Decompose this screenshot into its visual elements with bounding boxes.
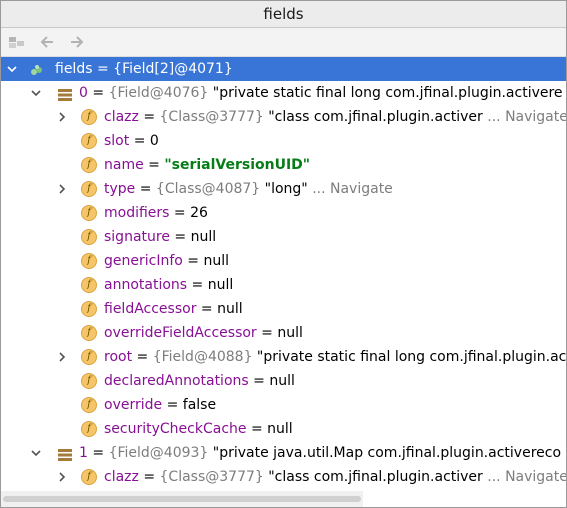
var-value: null <box>190 229 217 245</box>
tree-row-field-signature[interactable]: f signature = null <box>1 225 566 249</box>
chevron-right-icon[interactable] <box>55 105 69 129</box>
object-ref: {Field@4088} <box>152 349 253 365</box>
var-value: "private static final long com.jfinal.pl… <box>252 349 566 365</box>
string-value: "serialVersionUID" <box>164 157 311 173</box>
tree-row-field-overrideFieldAccessor[interactable]: f overrideFieldAccessor = null <box>1 321 566 345</box>
var-value: null <box>267 421 293 437</box>
field-icon: f <box>81 205 97 221</box>
var-name: modifiers <box>104 205 170 221</box>
navigate-link[interactable]: ... Navigate <box>487 469 566 485</box>
var-name: signature <box>104 229 170 245</box>
field-icon: f <box>81 229 97 245</box>
var-name: clazz <box>104 109 139 125</box>
array-element-icon <box>57 86 73 101</box>
field-icon: f <box>81 109 97 125</box>
var-name: fieldAccessor <box>104 301 197 317</box>
tree-row-field-declaredAnnotations[interactable]: f declaredAnnotations = null <box>1 369 566 393</box>
var-name: clazz <box>104 469 139 485</box>
var-name: override <box>104 397 163 413</box>
object-ref: {Class@3777} <box>159 109 264 125</box>
tree-row-field-securityCheckCache[interactable]: f securityCheckCache = null <box>1 417 566 441</box>
chevron-right-icon[interactable] <box>55 465 69 489</box>
chevron-right-icon[interactable] <box>55 177 69 201</box>
tree-row-field-clazz[interactable]: f clazz = {Class@3777} "class com.jfinal.… <box>1 105 566 129</box>
var-name: annotations <box>104 277 188 293</box>
var-value: null <box>277 325 303 341</box>
object-ref: {Field@4076} <box>108 85 209 101</box>
field-icon: f <box>81 373 97 389</box>
navigate-link[interactable]: ... Navigate <box>312 181 393 197</box>
var-name: name <box>104 157 144 173</box>
tree-row-field-override[interactable]: f override = false <box>1 393 566 417</box>
chevron-down-icon[interactable] <box>29 81 43 105</box>
var-name: 0 <box>79 85 88 101</box>
tree-row-field-fieldAccessor[interactable]: f fieldAccessor = null <box>1 297 566 321</box>
field-icon: f <box>81 421 97 437</box>
var-value: null <box>217 301 243 317</box>
tree-row-field-name[interactable]: f name = "serialVersionUID" <box>1 153 566 177</box>
field-icon: f <box>81 325 97 341</box>
field-icon: f <box>81 277 97 293</box>
object-ref: {Field@4093} <box>108 445 209 461</box>
forward-arrow-icon[interactable] <box>67 32 87 52</box>
tree-row-field-root[interactable]: f root = {Field@4088} "private static fin… <box>1 345 566 369</box>
navigate-link[interactable]: ... Navigate <box>487 109 566 125</box>
var-value: null <box>269 373 295 389</box>
var-name: genericInfo <box>104 253 183 269</box>
field-icon: f <box>81 133 97 149</box>
chevron-down-icon[interactable] <box>5 57 19 81</box>
toolbar <box>1 28 566 57</box>
tree-row-fields[interactable]: fields = {Field[2]@4071} <box>1 57 566 81</box>
var-value: 26 <box>190 205 208 221</box>
var-name: overrideFieldAccessor <box>104 325 257 341</box>
var-value: {Field[2]@4071} <box>113 61 233 77</box>
var-value: "long" <box>260 181 308 197</box>
var-value: 0 <box>149 133 159 149</box>
tree-row-field-annotations[interactable]: f annotations = null <box>1 273 566 297</box>
field-icon: f <box>81 349 97 365</box>
tree-row-item-0[interactable]: 0 = {Field@4076} "private static final l… <box>1 81 566 105</box>
var-value: null <box>203 253 229 269</box>
var-name: type <box>104 181 136 197</box>
variables-tree: fields = {Field[2]@4071} 0 = {Field@4076… <box>1 57 566 507</box>
debugger-window: fields fields = {Field[2]@4071} 0 = {Fie… <box>0 0 567 508</box>
tree-row-field-modifiers[interactable]: f modifiers = 26 <box>1 201 566 225</box>
field-icon: f <box>81 181 97 197</box>
var-value: "class com.jfinal.plugin.activer <box>263 109 483 125</box>
chevron-right-icon[interactable] <box>55 345 69 369</box>
var-name: securityCheckCache <box>104 421 247 437</box>
field-icon: f <box>81 301 97 317</box>
tree-row-item-1[interactable]: 1 = {Field@4093} "private java.util.Map … <box>1 441 566 465</box>
scrollbar-thumb[interactable] <box>3 496 361 502</box>
object-ref: {Class@4087} <box>155 181 261 197</box>
var-name: declaredAnnotations <box>104 373 249 389</box>
back-arrow-icon[interactable] <box>37 32 57 52</box>
tree-row-field-slot[interactable]: f slot = 0 <box>1 129 566 153</box>
group-icon[interactable] <box>7 32 27 52</box>
field-icon: f <box>81 157 97 173</box>
array-element-icon <box>57 446 73 461</box>
window-title: fields <box>1 1 566 28</box>
tree-row-field-genericInfo[interactable]: f genericInfo = null <box>1 249 566 273</box>
field-icon: f <box>81 253 97 269</box>
var-value: "private static final long com.jfinal.pl… <box>208 85 563 101</box>
watch-icon <box>29 62 45 76</box>
chevron-down-icon[interactable] <box>29 441 43 465</box>
var-name: slot <box>104 133 130 149</box>
field-icon: f <box>81 469 97 485</box>
var-value: null <box>207 277 234 293</box>
field-icon: f <box>81 397 97 413</box>
var-name: fields <box>55 61 93 77</box>
object-ref: {Class@3777} <box>159 469 264 485</box>
var-name: root <box>104 349 133 365</box>
tree-row-field-clazz[interactable]: f clazz = {Class@3777} "class com.jfinal.… <box>1 465 566 489</box>
var-value: "private java.util.Map com.jfinal.plugin… <box>208 445 562 461</box>
var-value: false <box>182 397 217 413</box>
horizontal-scrollbar[interactable] <box>1 491 363 507</box>
var-value: "class com.jfinal.plugin.activer <box>263 469 483 485</box>
var-name: 1 <box>79 445 88 461</box>
tree-row-field-type[interactable]: f type = {Class@4087} "long" ... Navigate <box>1 177 566 201</box>
